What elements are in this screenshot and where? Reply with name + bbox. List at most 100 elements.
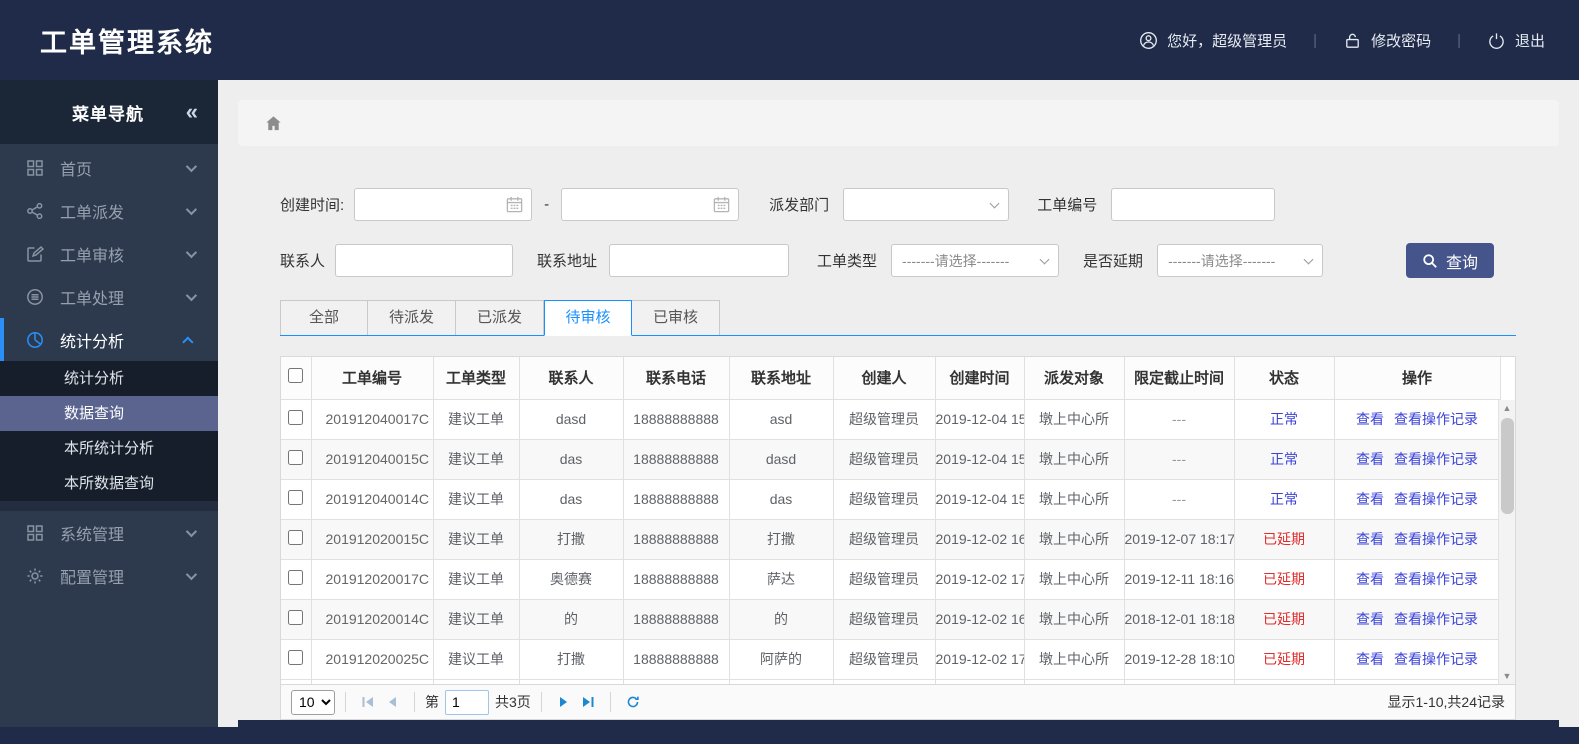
scroll-up-icon[interactable]: ▲ — [1499, 400, 1516, 416]
logout-button[interactable]: 退出 — [1487, 30, 1545, 51]
date-to-field[interactable] — [561, 188, 740, 221]
scroll-down-icon[interactable]: ▼ — [1499, 668, 1516, 684]
sidebar-item-statistics[interactable]: 统计分析 — [0, 318, 218, 361]
cell-phone: 18888888888 — [623, 439, 730, 480]
order-type-label: 工单类型 — [817, 253, 878, 270]
prev-page-button[interactable] — [380, 690, 404, 714]
home-icon[interactable] — [264, 114, 283, 133]
submenu-item-data-query[interactable]: 数据查询 — [0, 396, 218, 431]
select-all-checkbox[interactable] — [288, 368, 304, 384]
cell-operations: 查看 查看操作记录 — [1334, 519, 1501, 560]
view-link[interactable]: 查看 — [1356, 411, 1384, 427]
sidebar-item-label: 系统管理 — [60, 526, 125, 544]
next-page-button[interactable] — [552, 690, 576, 714]
tab-all[interactable]: 全部 — [280, 300, 368, 335]
change-password-label: 修改密码 — [1371, 32, 1432, 50]
search-button[interactable]: 查询 — [1406, 243, 1494, 278]
cell-target: 墩上中心所 — [1024, 439, 1125, 480]
view-link[interactable]: 查看 — [1356, 451, 1384, 467]
scrollbar-track[interactable] — [1499, 416, 1515, 668]
chevron-down-icon — [185, 160, 198, 172]
order-no-input[interactable] — [1112, 189, 1275, 220]
cell-operations: 查看 查看操作记录 — [1334, 559, 1501, 600]
header-divider: | — [1313, 31, 1318, 49]
tab-pending-review[interactable]: 待审核 — [544, 300, 632, 336]
col-address: 联系地址 — [729, 357, 834, 400]
page-number-input[interactable] — [445, 689, 489, 715]
tab-pending-dispatch[interactable]: 待派发 — [368, 300, 456, 335]
tab-reviewed[interactable]: 已审核 — [632, 300, 720, 335]
table-scrollbar[interactable]: ▲ ▼ — [1498, 400, 1515, 684]
col-deadline: 限定截止时间 — [1124, 357, 1235, 400]
logout-label: 退出 — [1514, 32, 1545, 50]
date-from-field[interactable] — [354, 188, 533, 221]
cell-operations: 查看 查看操作记录 — [1334, 599, 1501, 640]
change-password-button[interactable]: 修改密码 — [1343, 30, 1431, 51]
contact-input[interactable] — [336, 245, 513, 276]
view-log-link[interactable]: 查看操作记录 — [1394, 611, 1478, 627]
sidebar: 菜单导航 « 首页 工单派发 工单审核 工单处理 统计分析 统计分析 数据查询 … — [0, 80, 218, 727]
sidebar-collapse-button[interactable]: « — [186, 99, 198, 125]
chevron-down-icon — [185, 568, 198, 580]
chevron-down-icon — [185, 203, 198, 215]
grid-outline-icon — [26, 524, 44, 542]
view-log-link[interactable]: 查看操作记录 — [1394, 651, 1478, 667]
sidebar-item-label: 配置管理 — [60, 569, 125, 587]
row-checkbox[interactable] — [288, 490, 304, 505]
dispatch-dept-select[interactable] — [843, 188, 1010, 221]
view-link[interactable]: 查看 — [1356, 651, 1384, 667]
sidebar-item-process[interactable]: 工单处理 — [0, 275, 218, 318]
cell-order-type: 建议工单 — [433, 399, 520, 440]
table-row-partial — [281, 679, 1501, 684]
view-log-link[interactable]: 查看操作记录 — [1394, 531, 1478, 547]
address-input[interactable] — [610, 245, 789, 276]
chevron-down-icon — [185, 246, 198, 258]
is-delayed-select[interactable]: -------请选择------- — [1157, 244, 1324, 277]
address-field[interactable] — [609, 244, 790, 277]
sidebar-item-review[interactable]: 工单审核 — [0, 232, 218, 275]
view-log-link[interactable]: 查看操作记录 — [1394, 571, 1478, 587]
view-link[interactable]: 查看 — [1356, 571, 1384, 587]
submenu-item-statistics[interactable]: 统计分析 — [0, 361, 218, 396]
sidebar-item-home[interactable]: 首页 — [0, 146, 218, 189]
order-no-field[interactable] — [1111, 188, 1276, 221]
tab-dispatched[interactable]: 已派发 — [456, 300, 544, 335]
last-page-button[interactable] — [576, 690, 600, 714]
cell-empty — [1024, 679, 1125, 684]
order-type-select[interactable]: -------请选择------- — [891, 244, 1060, 277]
refresh-button[interactable] — [621, 690, 645, 714]
sidebar-item-config[interactable]: 配置管理 — [0, 554, 218, 597]
page-size-select[interactable]: 10 — [291, 689, 335, 715]
cell-creator: 超级管理员 — [833, 639, 936, 680]
sidebar-item-dispatch[interactable]: 工单派发 — [0, 189, 218, 232]
row-checkbox[interactable] — [288, 450, 304, 465]
view-log-link[interactable]: 查看操作记录 — [1394, 451, 1478, 467]
view-link[interactable]: 查看 — [1356, 531, 1384, 547]
row-checkbox[interactable] — [288, 650, 304, 665]
view-link[interactable]: 查看 — [1356, 611, 1384, 627]
sidebar-header: 菜单导航 « — [0, 80, 218, 144]
table-row: 201912020017C 建议工单 奥德赛 18888888888 萨达 超级管理员 20… — [281, 559, 1501, 600]
cell-order-type: 建议工单 — [433, 639, 520, 680]
contact-field[interactable] — [335, 244, 514, 277]
scrollbar-thumb[interactable] — [1501, 418, 1514, 514]
row-checkbox[interactable] — [288, 530, 304, 545]
row-checkbox[interactable] — [288, 410, 304, 425]
submenu-item-local-data-query[interactable]: 本所数据查询 — [0, 466, 218, 501]
calendar-icon[interactable] — [505, 195, 524, 214]
view-log-link[interactable]: 查看操作记录 — [1394, 491, 1478, 507]
calendar-icon[interactable] — [712, 195, 731, 214]
row-checkbox[interactable] — [288, 610, 304, 625]
cell-empty — [433, 679, 520, 684]
first-page-button[interactable] — [356, 690, 380, 714]
col-target: 派发对象 — [1024, 357, 1125, 400]
view-log-link[interactable]: 查看操作记录 — [1394, 411, 1478, 427]
cell-creator: 超级管理员 — [833, 439, 936, 480]
user-greeting[interactable]: 您好，超级管理员 — [1139, 30, 1287, 51]
submenu-item-local-statistics[interactable]: 本所统计分析 — [0, 431, 218, 466]
view-link[interactable]: 查看 — [1356, 491, 1384, 507]
sidebar-item-system[interactable]: 系统管理 — [0, 511, 218, 554]
row-checkbox[interactable] — [288, 570, 304, 585]
cell-order-type: 建议工单 — [433, 479, 520, 520]
row-select-cell — [281, 679, 312, 684]
